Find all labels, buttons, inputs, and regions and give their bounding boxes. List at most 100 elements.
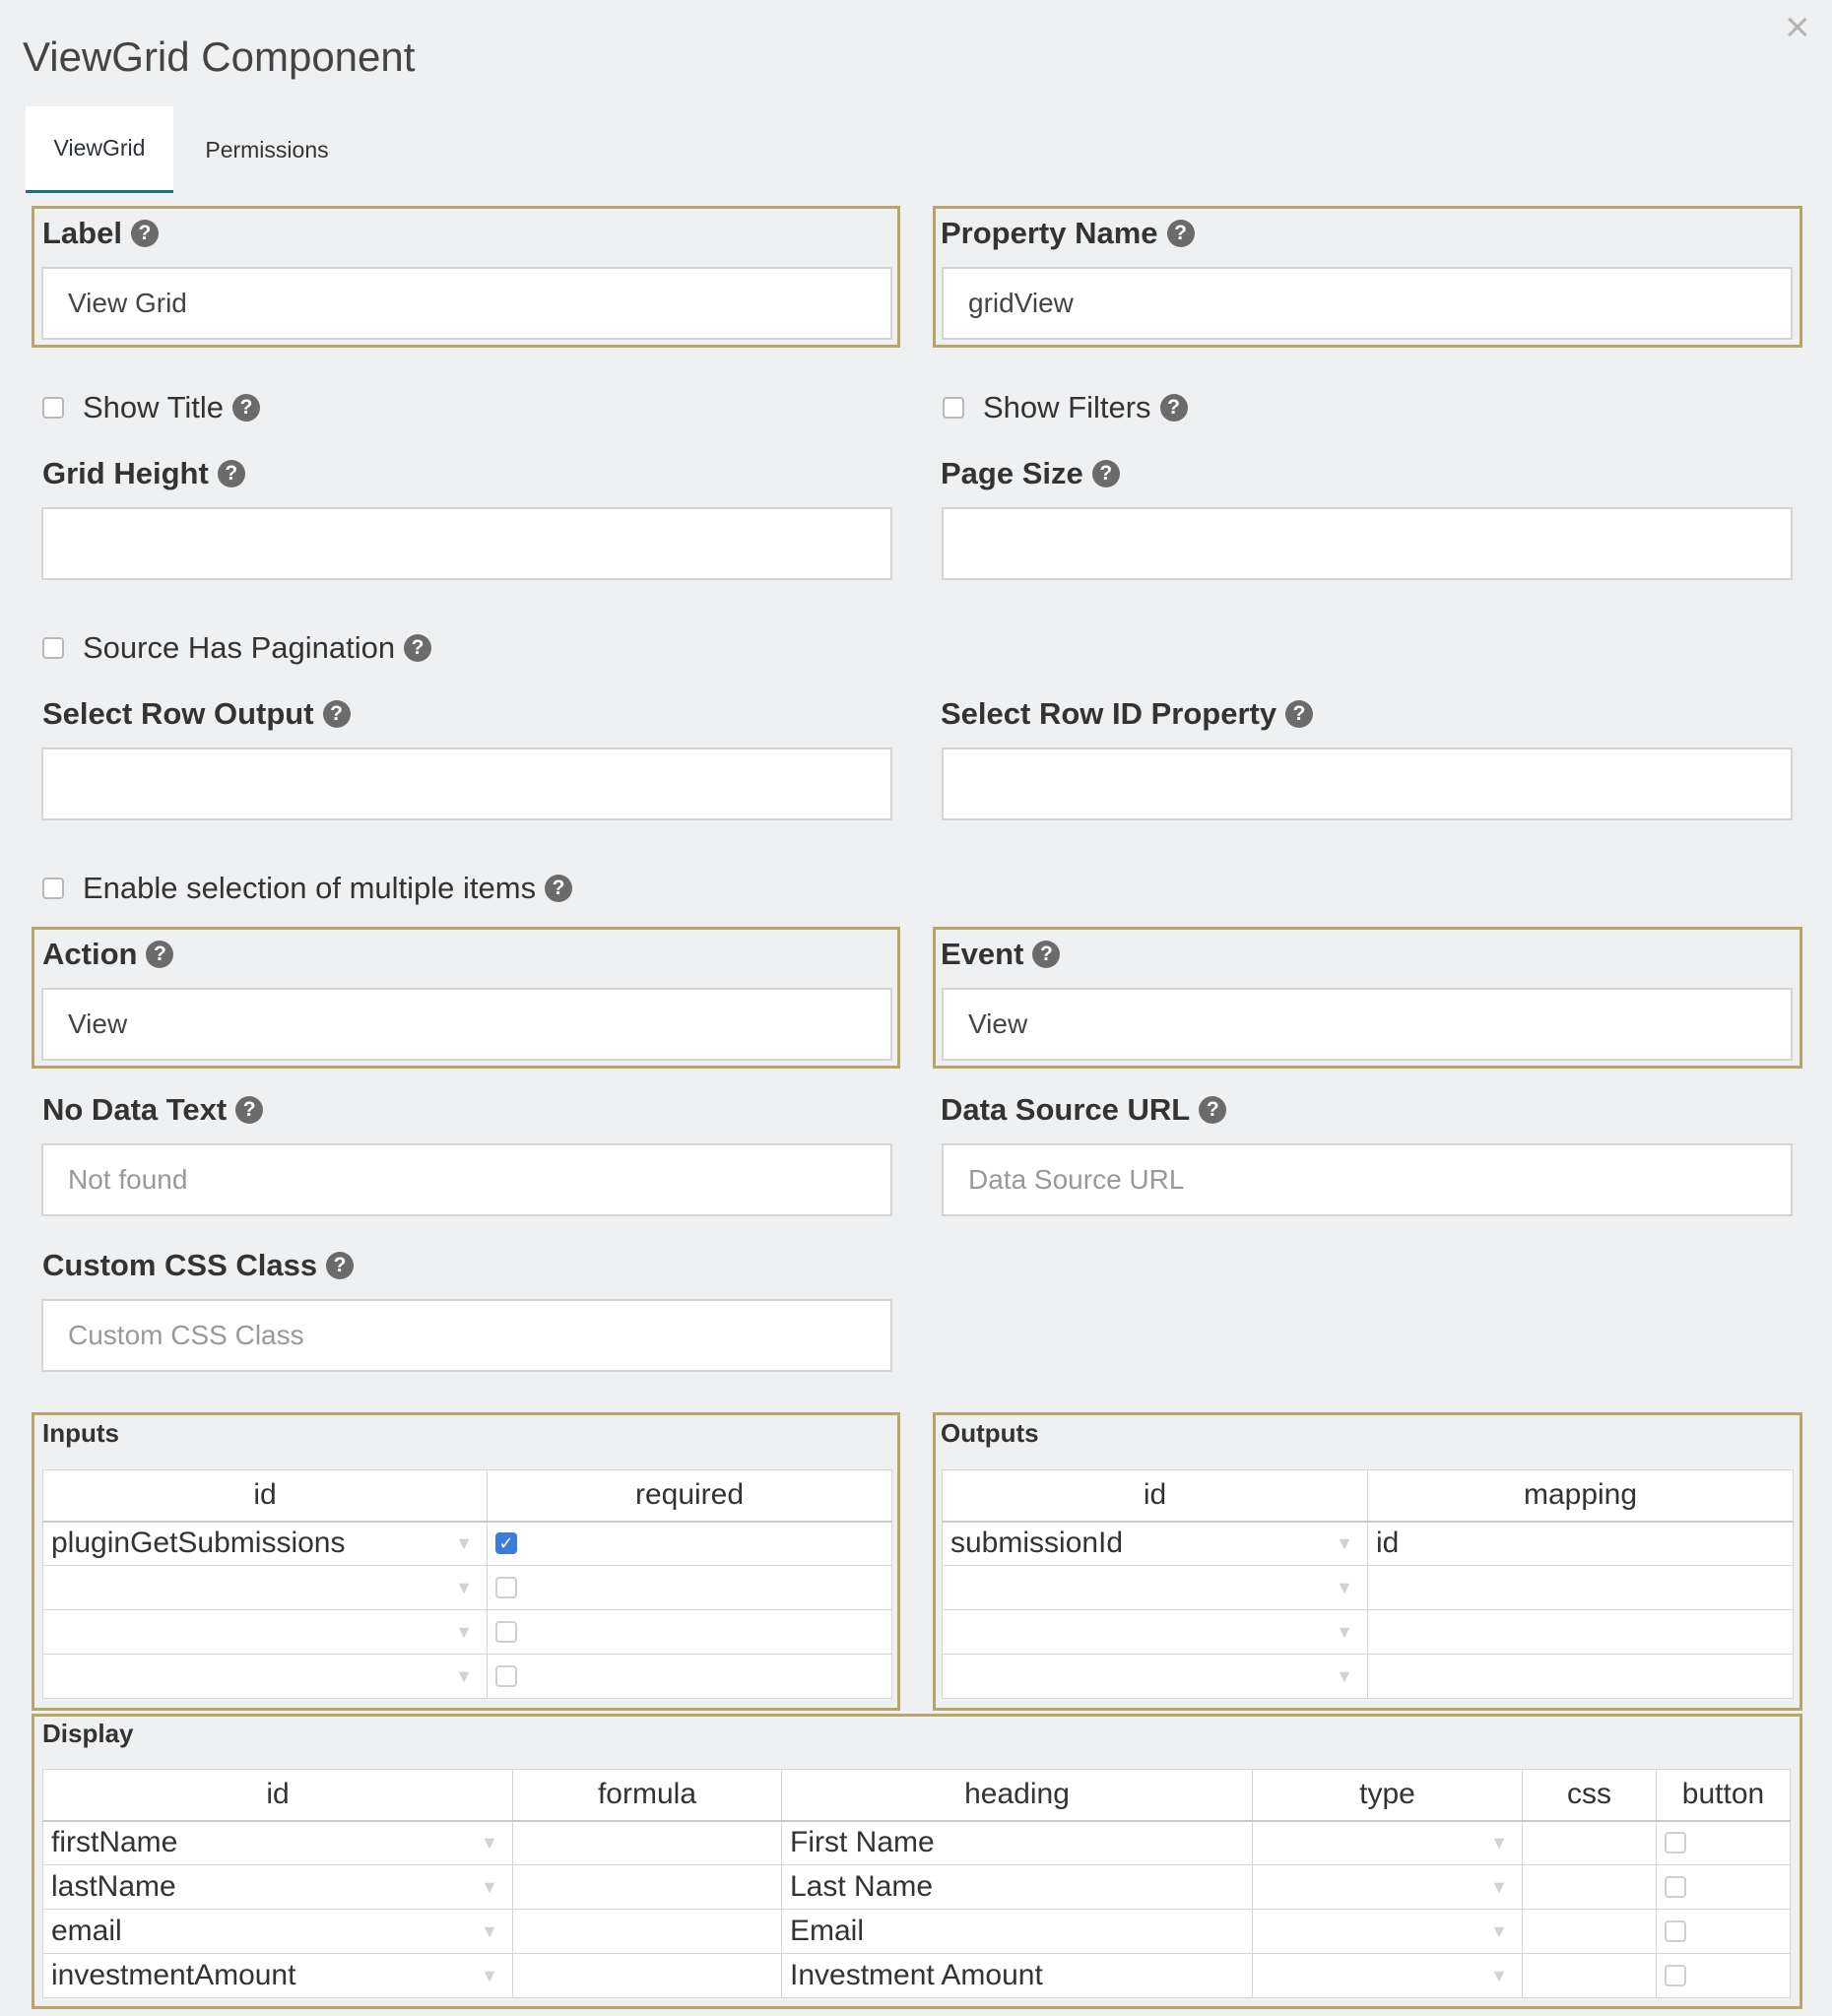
help-icon[interactable]: ?	[1159, 394, 1188, 422]
display-formula-cell[interactable]	[512, 1820, 782, 1865]
help-icon[interactable]: ?	[322, 700, 351, 728]
display-id-cell[interactable]: email ▼	[42, 1909, 513, 1954]
display-type-cell[interactable]: ▼	[1252, 1909, 1523, 1954]
display-css-cell[interactable]	[1522, 1864, 1657, 1910]
display-css-cell[interactable]	[1522, 1953, 1657, 1998]
outputs-mapping-cell[interactable]	[1367, 1565, 1794, 1610]
inputs-id-cell[interactable]: ▼	[42, 1654, 488, 1699]
display-type-cell[interactable]: ▼	[1252, 1820, 1523, 1865]
grid-height-input[interactable]	[41, 507, 892, 580]
inputs-id-cell[interactable]: ▼	[42, 1609, 488, 1655]
dropdown-arrow-icon[interactable]: ▼	[1336, 1533, 1353, 1554]
help-icon[interactable]: ?	[217, 460, 245, 488]
select-row-output-input[interactable]	[41, 748, 892, 820]
display-header-formula: formula	[512, 1769, 782, 1822]
no-data-text-input[interactable]: Not found	[41, 1143, 892, 1216]
required-checkbox[interactable]	[495, 1577, 517, 1598]
display-heading-cell[interactable]: First Name	[781, 1820, 1253, 1865]
event-input[interactable]: View	[942, 988, 1793, 1061]
help-icon[interactable]: ?	[1285, 700, 1314, 728]
select-row-id-property-input[interactable]	[942, 748, 1793, 820]
dropdown-arrow-icon[interactable]: ▼	[1336, 1666, 1353, 1687]
dropdown-arrow-icon[interactable]: ▼	[455, 1578, 473, 1598]
outputs-id-cell[interactable]: submissionId ▼	[942, 1521, 1368, 1566]
show-title-checkbox[interactable]	[42, 397, 64, 419]
help-icon[interactable]: ?	[130, 220, 159, 247]
dropdown-arrow-icon[interactable]: ▼	[1490, 1966, 1508, 1986]
display-id-cell[interactable]: firstName ▼	[42, 1820, 513, 1865]
select-row-id-property-label: Select Row ID Property ?	[941, 694, 1314, 734]
dropdown-arrow-icon[interactable]: ▼	[481, 1966, 498, 1986]
custom-css-class-text: Custom CSS Class	[42, 1248, 318, 1282]
outputs-id-cell[interactable]: ▼	[942, 1565, 1368, 1610]
required-checkbox[interactable]: ✓	[495, 1532, 517, 1555]
dropdown-arrow-icon[interactable]: ▼	[1490, 1877, 1508, 1898]
display-id-cell[interactable]: investmentAmount ▼	[42, 1953, 513, 1998]
page-size-input[interactable]	[942, 507, 1793, 580]
table-row: firstName ▼ First Name ▼	[42, 1820, 1791, 1865]
button-checkbox[interactable]	[1665, 1920, 1686, 1942]
dropdown-arrow-icon[interactable]: ▼	[481, 1877, 498, 1898]
button-checkbox[interactable]	[1665, 1965, 1686, 1986]
display-heading-cell[interactable]: Email	[781, 1909, 1253, 1954]
display-heading-cell[interactable]: Last Name	[781, 1864, 1253, 1910]
inputs-id-cell[interactable]: pluginGetSubmissions ▼	[42, 1521, 488, 1566]
display-css-cell[interactable]	[1522, 1909, 1657, 1954]
display-type-cell[interactable]: ▼	[1252, 1864, 1523, 1910]
dropdown-arrow-icon[interactable]: ▼	[1336, 1622, 1353, 1643]
display-id-cell[interactable]: lastName ▼	[42, 1864, 513, 1910]
outputs-id-cell[interactable]: ▼	[942, 1609, 1368, 1655]
dropdown-arrow-icon[interactable]: ▼	[1490, 1921, 1508, 1942]
display-formula-cell[interactable]	[512, 1909, 782, 1954]
source-has-pagination-checkbox[interactable]	[42, 637, 64, 659]
dropdown-arrow-icon[interactable]: ▼	[481, 1833, 498, 1853]
help-icon[interactable]: ?	[326, 1252, 355, 1279]
button-checkbox[interactable]	[1665, 1876, 1686, 1898]
outputs-id-cell[interactable]: ▼	[942, 1654, 1368, 1699]
display-heading-cell[interactable]: Investment Amount	[781, 1953, 1253, 1998]
help-icon[interactable]: ?	[404, 634, 432, 662]
required-checkbox[interactable]	[495, 1665, 517, 1687]
outputs-title: Outputs	[941, 1418, 1039, 1448]
show-filters-checkbox[interactable]	[943, 397, 964, 419]
display-type-cell[interactable]: ▼	[1252, 1953, 1523, 1998]
source-has-pagination-row[interactable]: Source Has Pagination ?	[42, 628, 432, 668]
enable-multi-select-row[interactable]: Enable selection of multiple items ?	[42, 869, 573, 908]
display-formula-cell[interactable]	[512, 1864, 782, 1910]
action-input[interactable]: View	[41, 988, 892, 1061]
help-icon[interactable]: ?	[146, 941, 174, 968]
display-formula-cell[interactable]	[512, 1953, 782, 1998]
dropdown-arrow-icon[interactable]: ▼	[1336, 1578, 1353, 1598]
inputs-id-cell[interactable]: ▼	[42, 1565, 488, 1610]
close-icon[interactable]: ×	[1785, 6, 1810, 49]
dropdown-arrow-icon[interactable]: ▼	[1490, 1833, 1508, 1853]
outputs-mapping-cell[interactable]	[1367, 1654, 1794, 1699]
outputs-mapping-cell[interactable]	[1367, 1609, 1794, 1655]
help-icon[interactable]: ?	[1166, 220, 1195, 247]
custom-css-class-input[interactable]: Custom CSS Class	[41, 1299, 892, 1372]
property-name-input[interactable]: gridView	[942, 267, 1793, 340]
required-checkbox[interactable]	[495, 1621, 517, 1643]
help-icon[interactable]: ?	[1199, 1096, 1227, 1124]
dropdown-arrow-icon[interactable]: ▼	[455, 1666, 473, 1687]
dropdown-arrow-icon[interactable]: ▼	[481, 1921, 498, 1942]
tab-permissions[interactable]: Permissions	[187, 106, 347, 193]
display-id-value: lastName	[51, 1870, 176, 1903]
enable-multi-select-checkbox[interactable]	[42, 878, 64, 899]
display-header-heading: heading	[781, 1769, 1253, 1822]
help-icon[interactable]: ?	[545, 875, 573, 902]
label-input[interactable]: View Grid	[41, 267, 892, 340]
help-icon[interactable]: ?	[1032, 941, 1061, 968]
dropdown-arrow-icon[interactable]: ▼	[455, 1533, 473, 1554]
dropdown-arrow-icon[interactable]: ▼	[455, 1622, 473, 1643]
display-css-cell[interactable]	[1522, 1820, 1657, 1865]
help-icon[interactable]: ?	[235, 1096, 264, 1124]
data-source-url-input[interactable]: Data Source URL	[942, 1143, 1793, 1216]
outputs-mapping-cell[interactable]: id	[1367, 1521, 1794, 1566]
help-icon[interactable]: ?	[1091, 460, 1120, 488]
help-icon[interactable]: ?	[232, 394, 261, 422]
tab-viewgrid[interactable]: ViewGrid	[26, 106, 173, 193]
show-filters-checkbox-row[interactable]: Show Filters ?	[943, 388, 1188, 427]
button-checkbox[interactable]	[1665, 1832, 1686, 1854]
show-title-checkbox-row[interactable]: Show Title ?	[42, 388, 261, 427]
